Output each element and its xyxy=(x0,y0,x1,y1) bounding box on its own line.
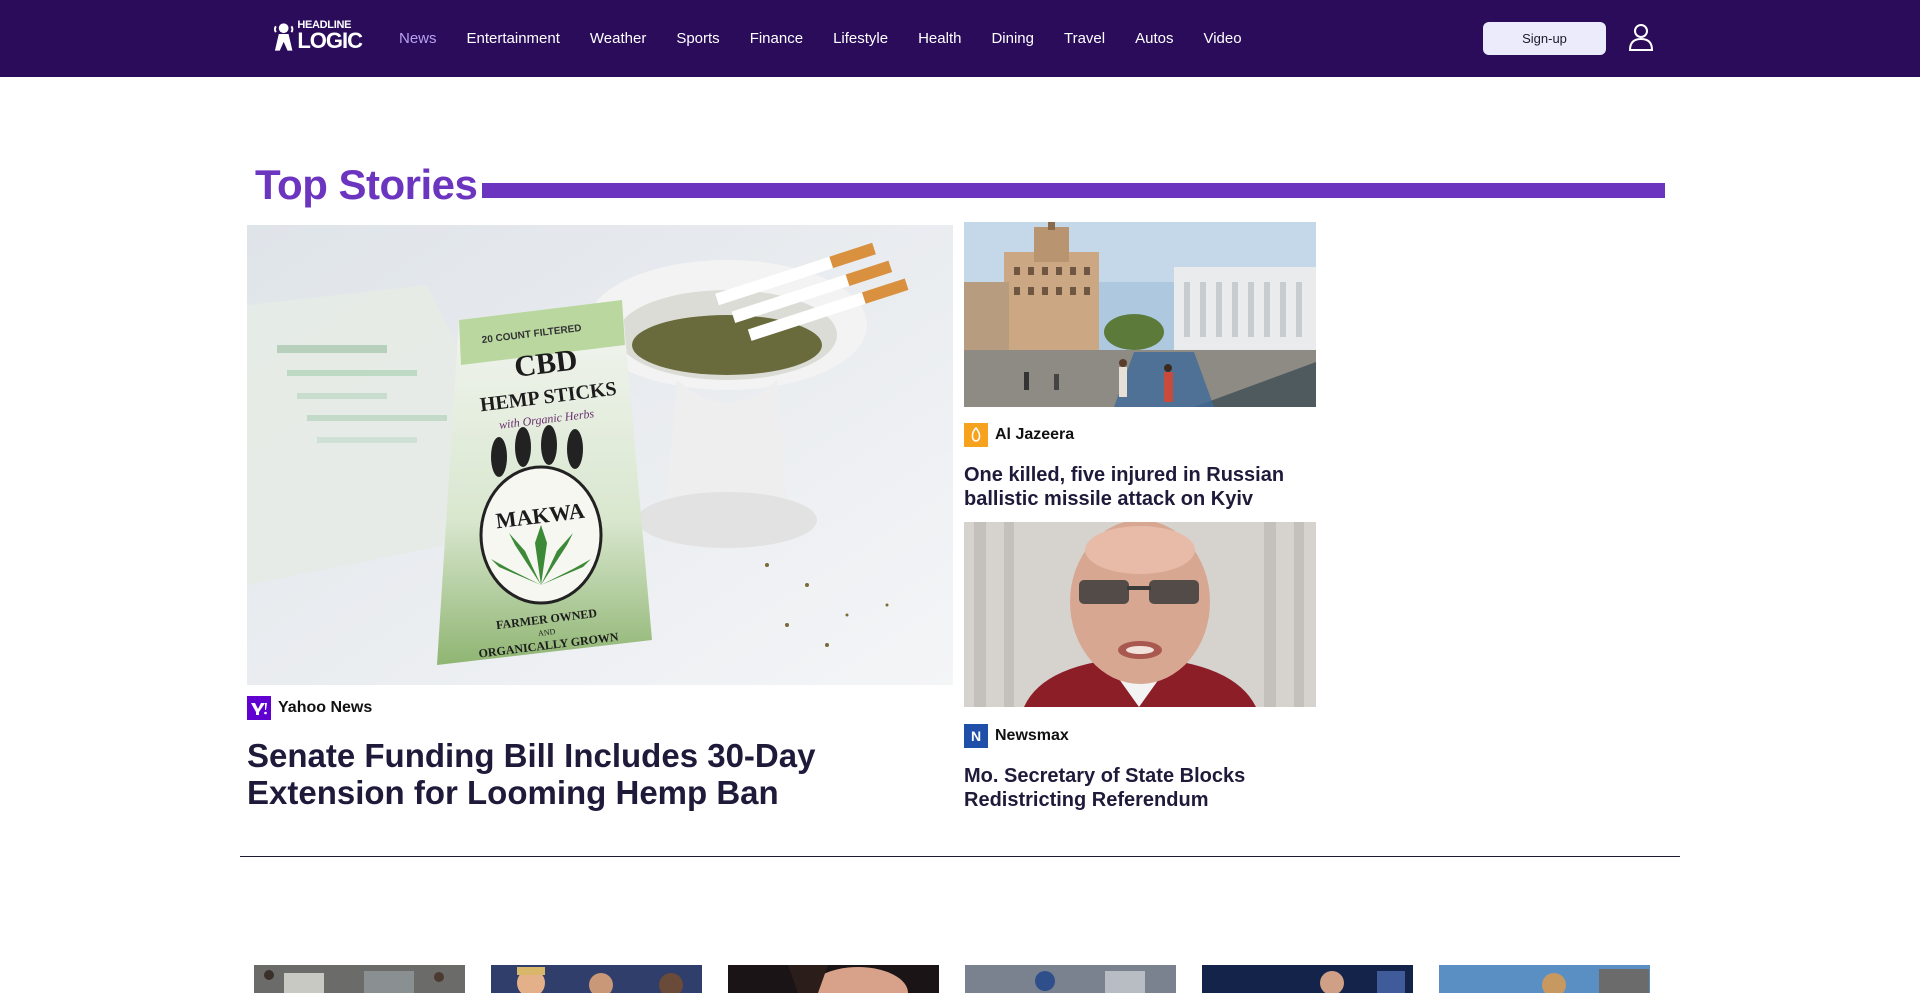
top-stories-title: Top Stories xyxy=(255,161,478,208)
section-divider xyxy=(240,856,1680,857)
hero-source[interactable]: Yahoo News xyxy=(247,696,372,720)
nav-item-sports[interactable]: Sports xyxy=(661,30,734,47)
hero-story-image[interactable]: 20 COUNT FILTERED CBD HEMP STICKS with O… xyxy=(247,225,953,685)
logo-line-2: LOGIC xyxy=(297,28,363,53)
thumbnail-5[interactable] xyxy=(1202,965,1413,993)
thumbnail-6-photo xyxy=(1439,965,1650,993)
nav-item-lifestyle[interactable]: Lifestyle xyxy=(818,30,903,47)
yahoo-logo-icon xyxy=(247,696,271,720)
logo-figure-icon xyxy=(273,23,294,51)
user-icon[interactable] xyxy=(1628,23,1654,51)
nav-item-finance[interactable]: Finance xyxy=(735,30,818,47)
newsmax-logo-icon: N xyxy=(964,724,988,748)
side-story-2-source-name: Newsmax xyxy=(995,727,1069,744)
side-story-2-source[interactable]: N Newsmax xyxy=(964,724,1069,748)
thumbnail-3-photo xyxy=(728,965,939,993)
thumbnail-1-photo xyxy=(254,965,465,993)
side-story-1-source-name: Al Jazeera xyxy=(995,426,1075,443)
logo-wordmark: HEADLINE LOGIC xyxy=(297,20,363,53)
side-story-1-source[interactable]: Al Jazeera xyxy=(964,423,1074,447)
hero-source-name: Yahoo News xyxy=(278,699,373,716)
side-story-2-image[interactable] xyxy=(964,522,1316,707)
nav-item-autos[interactable]: Autos xyxy=(1120,30,1188,47)
secretary-of-state-photo xyxy=(964,522,1316,707)
signup-button[interactable]: Sign-up xyxy=(1483,22,1606,55)
side-story-2-headline[interactable]: Mo. Secretary of State Blocks Redistrict… xyxy=(964,764,1316,812)
thumbnail-4[interactable] xyxy=(965,965,1176,993)
thumbnail-4-photo xyxy=(965,965,1176,993)
nav-item-entertainment[interactable]: Entertainment xyxy=(452,30,575,47)
nav-item-news[interactable]: News xyxy=(384,30,452,47)
kyiv-square-photo xyxy=(964,222,1316,407)
headline-logic-logo[interactable]: HEADLINE LOGIC xyxy=(272,18,363,54)
thumbnail-6[interactable] xyxy=(1439,965,1650,993)
thumbnail-1[interactable] xyxy=(254,965,465,993)
thumbnail-2-photo xyxy=(491,965,702,993)
hero-headline[interactable]: Senate Funding Bill Includes 30-Day Exte… xyxy=(247,737,897,811)
thumbnail-5-photo xyxy=(1202,965,1413,993)
nav-item-health[interactable]: Health xyxy=(903,30,976,47)
thumbnail-2[interactable] xyxy=(491,965,702,993)
top-navigation-bar: HEADLINE LOGIC News Entertainment Weathe… xyxy=(0,0,1920,77)
side-story-1-headline[interactable]: One killed, five injured in Russian ball… xyxy=(964,463,1316,511)
side-story-1-image[interactable] xyxy=(964,222,1316,407)
nav-item-weather[interactable]: Weather xyxy=(575,30,661,47)
thumbnail-3[interactable] xyxy=(728,965,939,993)
nav-item-video[interactable]: Video xyxy=(1188,30,1256,47)
al-jazeera-logo-icon xyxy=(964,423,988,447)
hemp-sticks-photo: 20 COUNT FILTERED CBD HEMP STICKS with O… xyxy=(247,225,953,685)
title-accent-bar xyxy=(482,183,1665,198)
nav-item-dining[interactable]: Dining xyxy=(976,30,1049,47)
nav-item-travel[interactable]: Travel xyxy=(1049,30,1120,47)
main-nav: News Entertainment Weather Sports Financ… xyxy=(384,0,1257,77)
